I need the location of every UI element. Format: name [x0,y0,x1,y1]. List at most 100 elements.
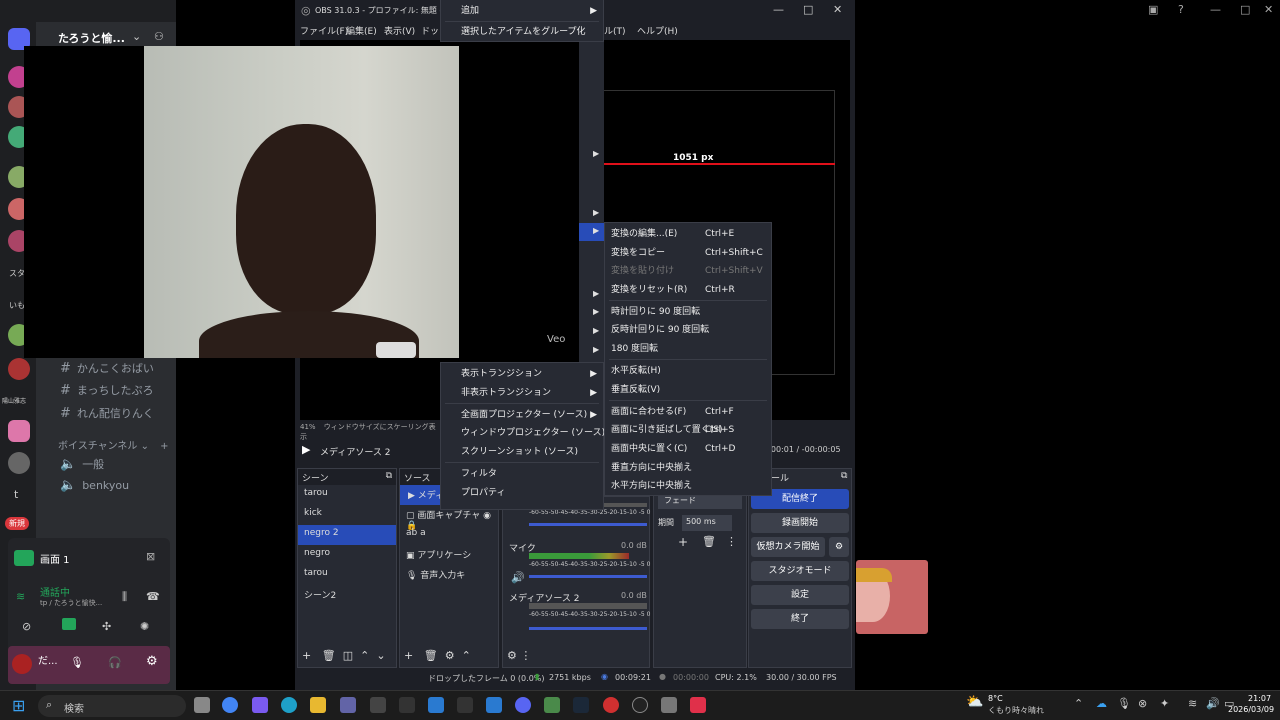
menu-help[interactable]: ヘルプ(H) [637,24,678,37]
duration-input[interactable]: 500 ms [682,515,732,531]
source-item[interactable]: 🎙 音声入力キ [400,565,498,585]
photos-icon[interactable] [428,697,444,713]
menu-item-center-vertical[interactable]: 垂直方向に中央揃え [605,459,771,477]
menu-item-filters[interactable]: フィルタ [441,465,603,483]
menu-edit[interactable]: 編集(E) [346,24,377,37]
inbox-icon[interactable]: ▣ [1148,3,1158,16]
soundboard-icon[interactable]: ✺ [140,620,149,633]
chrome-icon[interactable] [222,697,238,713]
close-stream-icon[interactable]: ⊠ [146,550,155,563]
add-icon[interactable]: + [678,535,688,549]
gear-icon[interactable]: ⚙ [445,649,455,662]
copilot-icon[interactable] [252,697,268,713]
menu-item-screenshot[interactable]: スクリーンショット (ソース) [441,443,603,461]
menu-item-center-to-screen[interactable]: 画面中央に置く(C) Ctrl+D [605,440,771,458]
menu-item-flip-vertical[interactable]: 垂直反転(V) [605,381,771,399]
menu-item-properties[interactable]: プロパティ [441,484,603,502]
speaker-icon[interactable]: 🔊 [511,571,525,584]
virtual-camera-button[interactable]: 仮想カメラ開始 [751,537,825,557]
menu-item-group[interactable]: 選択したアイテムをグループ化 [441,23,603,41]
avatar[interactable] [12,654,32,674]
undock-icon[interactable]: ⧉ [841,471,847,481]
tray-app-icon[interactable]: ⊗ [1138,697,1147,710]
settings-gear-icon[interactable]: ⚙ [146,654,158,669]
discord-icon[interactable] [515,697,531,713]
menu-item-fit-to-screen[interactable]: 画面に合わせる(F) Ctrl+F [605,403,771,421]
add-member-icon[interactable]: ⚇ [154,30,164,43]
disconnect-icon[interactable]: ☎ [146,590,160,603]
epic-icon[interactable] [399,697,415,713]
source-item[interactable]: ▣ アプリケーシ [400,545,498,565]
floating-avatar-window[interactable] [856,560,928,634]
voice-category[interactable]: ボイスチャンネル ⌄ + [58,437,169,452]
maximize-icon[interactable]: □ [803,3,813,16]
scene-item[interactable]: kick [298,505,396,525]
menu-item-window-projector[interactable]: ウィンドウプロジェクター (ソース) [441,424,605,442]
help-icon[interactable]: ? [1178,3,1184,16]
scene-item[interactable]: negro [298,545,396,565]
virtual-camera-settings-icon[interactable]: ⚙ [829,537,849,557]
menu-item-rotate-ccw[interactable]: 反時計回りに 90 度回転 [605,321,771,339]
settings-button[interactable]: 設定 [751,585,849,605]
volume-slider[interactable] [529,627,647,630]
menu-dock[interactable]: ドッ [421,24,439,37]
headphones-icon[interactable]: 🎧 [108,656,122,669]
screenshare-icon[interactable] [62,618,76,630]
tray-chevron-icon[interactable]: ⌃ [1074,697,1083,710]
trash-icon[interactable]: 🗑 [322,649,336,662]
chevron-down-icon[interactable]: ⌄ [132,30,141,43]
play-icon[interactable]: ▶ [302,443,310,456]
app-icon[interactable] [457,697,473,713]
taskview-icon[interactable] [194,697,210,713]
scene-item[interactable]: tarou [298,485,396,505]
menu-file[interactable]: ファイル(F) [300,24,348,37]
start-recording-button[interactable]: 録画開始 [751,513,849,533]
server-icon[interactable] [8,420,30,442]
transform-menu-item[interactable]: ▶ [579,223,604,241]
search-box[interactable]: ⌕ 検索 [38,695,186,717]
folder-icon[interactable] [310,697,326,713]
mic-icon[interactable]: 🎙 [70,656,84,669]
down-icon[interactable]: ⌄ [376,649,385,662]
app-icon[interactable] [370,697,386,713]
trash-icon[interactable]: 🗑 [702,535,716,548]
menu-item-edit-transform[interactable]: 変換の編集...(E) Ctrl+E [605,225,771,243]
camera-off-icon[interactable]: ⊘ [22,620,31,633]
clock-time[interactable]: 21:07 [1248,694,1271,703]
menu-item-fullscreen-projector[interactable]: 全画面プロジェクター (ソース) ▶ [441,406,603,424]
close-icon[interactable]: ✕ [833,3,842,16]
menu-item-reset-transform[interactable]: 変換をリセット(R) Ctrl+R [605,281,771,299]
menu-item-copy-transform[interactable]: 変換をコピー Ctrl+Shift+C [605,244,771,262]
menu-item-add[interactable]: 追加 ▶ [441,2,603,20]
scene-item[interactable]: tarou [298,565,396,585]
menu-item-hide-transition[interactable]: 非表示トランジション ▶ [441,384,603,402]
undock-icon[interactable]: ⧉ [386,471,392,481]
trash-icon[interactable]: 🗑 [424,649,438,662]
weather-icon[interactable]: ⛅ [966,694,983,710]
vivaldi-icon[interactable] [690,697,706,713]
channel-item[interactable]: # れん配信りんく [60,405,154,421]
call-status[interactable]: 通話中 [40,584,70,599]
menu-item-show-transition[interactable]: 表示トランジション ▶ [441,365,603,383]
scene-item-selected[interactable]: negro 2 [298,525,396,545]
menu-item-center-horizontal[interactable]: 水平方向に中央揃え [605,477,771,495]
server-icon[interactable] [8,452,30,474]
menu-item-rotate-cw[interactable]: 時計回りに 90 度回転 [605,303,771,321]
vscode-icon[interactable] [486,697,502,713]
voice-channel[interactable]: 🔈 一般 [60,456,104,472]
minecraft-icon[interactable] [544,697,560,713]
channel-item[interactable]: # かんこくおばい [60,360,154,376]
edge-icon[interactable] [281,697,297,713]
minimize-icon[interactable]: — [1210,3,1221,16]
maximize-icon[interactable]: □ [1240,3,1250,16]
wifi-icon[interactable]: ≋ [1188,697,1197,710]
volume-slider[interactable] [529,575,647,578]
server-name[interactable]: たろうと愉... [58,30,125,46]
app-icon[interactable] [603,697,619,713]
eye-icon[interactable]: ◉ [483,511,491,521]
close-icon[interactable]: ✕ [1264,3,1273,16]
source-item[interactable]: ab a [400,525,498,545]
gear-icon[interactable]: ⚙ [507,649,517,662]
studio-mode-button[interactable]: スタジオモード [751,561,849,581]
voice-activity-icon[interactable]: ⫼ [122,590,127,604]
